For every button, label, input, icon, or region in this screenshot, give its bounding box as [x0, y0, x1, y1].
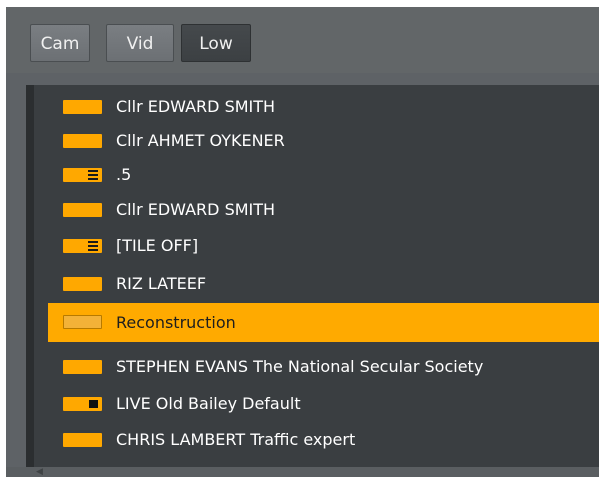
list-item-selected[interactable]: Reconstruction: [48, 303, 599, 342]
toolbar: Cam Vid Low: [6, 7, 599, 73]
list-gutter: [26, 85, 34, 467]
list-item-label: Cllr AHMET OYKENER: [116, 131, 285, 150]
list-item-label: STEPHEN EVANS The National Secular Socie…: [116, 357, 484, 376]
list-item[interactable]: STEPHEN EVANS The National Secular Socie…: [34, 350, 599, 384]
list-item[interactable]: LIVE Old Bailey Default: [34, 387, 599, 421]
scroll-left-icon[interactable]: ◀: [36, 467, 43, 477]
graphic-tile-icon: [63, 203, 102, 217]
list-item-label: LIVE Old Bailey Default: [116, 394, 301, 413]
low-button[interactable]: Low: [181, 24, 251, 62]
horizontal-scrollbar[interactable]: ◀: [6, 467, 599, 477]
lines-icon: [88, 170, 98, 180]
graphic-tile-block-icon: [63, 397, 102, 411]
graphic-tile-icon: [63, 433, 102, 447]
list-item[interactable]: Cllr EDWARD SMITH: [34, 193, 599, 227]
graphic-tile-icon: [63, 134, 102, 148]
list-item-label: Reconstruction: [116, 313, 236, 332]
block-icon: [89, 400, 98, 408]
graphic-tile-icon: [63, 360, 102, 374]
list-item[interactable]: CHRIS LAMBERT Traffic expert: [34, 423, 599, 457]
graphics-panel: Cam Vid Low Cllr EDWARD SMITH Cllr AHMET…: [6, 7, 599, 477]
graphic-tile-lines-icon: [63, 168, 102, 182]
list-item-label: RIZ LATEEF: [116, 274, 207, 293]
list-item[interactable]: Cllr AHMET OYKENER: [34, 124, 599, 158]
list-item-label: CHRIS LAMBERT Traffic expert: [116, 430, 356, 449]
list-item-label: [TILE OFF]: [116, 236, 199, 255]
list-item[interactable]: Cllr EDWARD SMITH: [34, 90, 599, 124]
list-item[interactable]: .5: [34, 158, 599, 192]
list-item-label: .5: [116, 165, 132, 184]
graphic-tile-lines-icon: [63, 239, 102, 253]
vid-button[interactable]: Vid: [106, 24, 174, 62]
graphic-tile-icon: [63, 100, 102, 114]
cam-button[interactable]: Cam: [30, 24, 90, 62]
graphic-tile-icon: [63, 315, 102, 329]
list-item[interactable]: RIZ LATEEF: [34, 267, 599, 301]
lines-icon: [88, 241, 98, 251]
graphic-tile-icon: [63, 277, 102, 291]
list-item[interactable]: [TILE OFF]: [34, 229, 599, 263]
list-item-label: Cllr EDWARD SMITH: [116, 200, 276, 219]
list-item-label: Cllr EDWARD SMITH: [116, 97, 276, 116]
